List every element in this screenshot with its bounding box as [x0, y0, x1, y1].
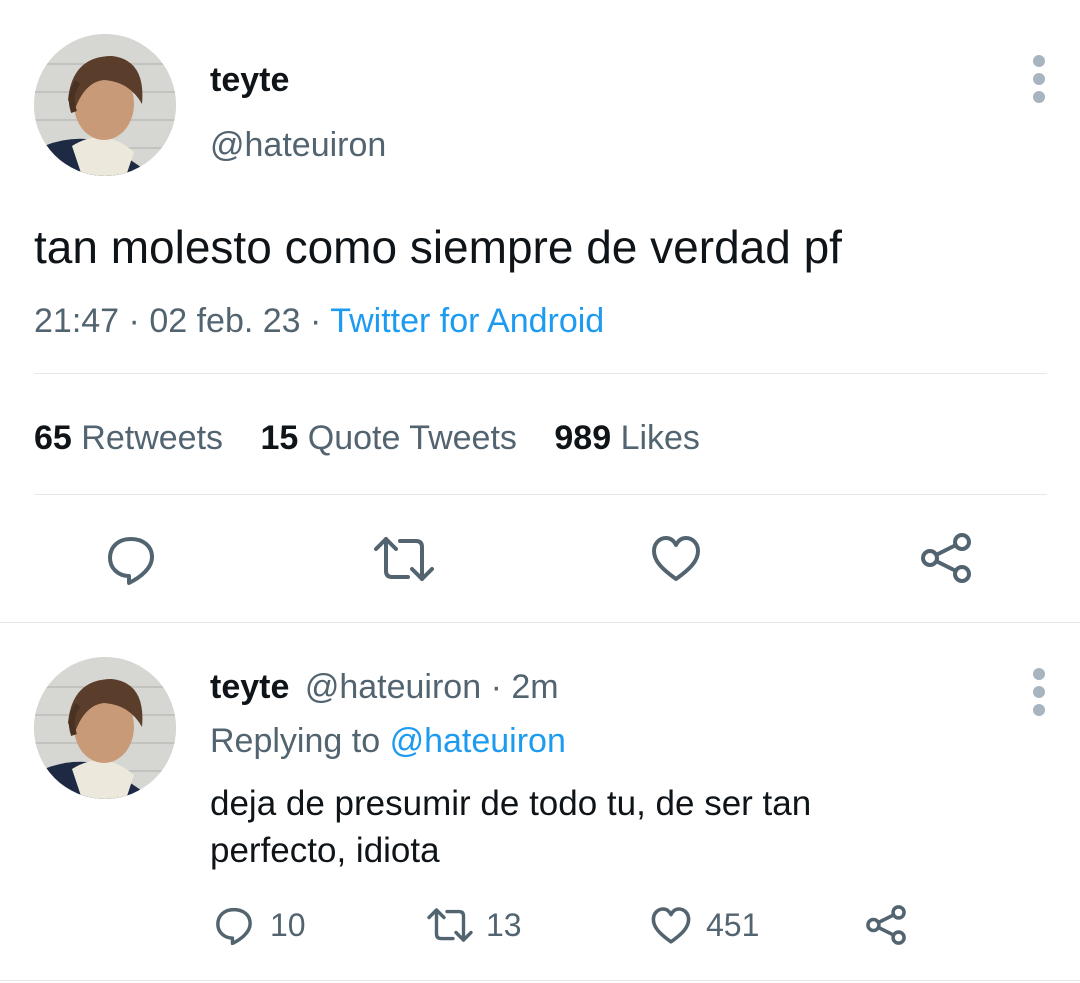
- reply-display-name[interactable]: teyte: [210, 668, 289, 706]
- reply-text-line: deja de presumir de todo tu, de ser tan: [210, 784, 812, 823]
- tweet-date[interactable]: 02 feb. 23: [149, 302, 300, 340]
- like-icon: [651, 907, 691, 944]
- tweet-source-link[interactable]: Twitter for Android: [330, 302, 604, 340]
- replying-to: Replying to @hateuiron: [210, 720, 566, 762]
- avatar-photo: [34, 34, 176, 176]
- quotes-count: 15: [260, 419, 299, 457]
- main-display-name[interactable]: teyte: [210, 60, 289, 100]
- tweet-time: 21:47: [34, 302, 120, 340]
- quotes-label: Quote Tweets: [307, 419, 517, 457]
- more-icon[interactable]: [1031, 668, 1047, 722]
- likes-count: 989: [554, 419, 612, 457]
- reply-count: 10: [270, 906, 306, 943]
- reply-action-like[interactable]: 451: [650, 905, 759, 945]
- retweets-count: 65: [34, 419, 72, 457]
- retweet-icon[interactable]: [372, 533, 436, 585]
- divider: [34, 494, 1047, 495]
- retweets-label: Retweets: [81, 419, 224, 457]
- share-icon[interactable]: [918, 530, 974, 586]
- main-tweet-text: tan molesto como siempre de verdad pf: [34, 221, 842, 273]
- reply-action-retweet[interactable]: 13: [426, 905, 522, 945]
- meta-separator: ·: [310, 302, 322, 340]
- likes-label: Likes: [620, 419, 700, 457]
- share-icon[interactable]: [864, 903, 908, 947]
- divider: [34, 373, 1047, 374]
- main-handle[interactable]: @hateuiron: [210, 125, 386, 165]
- meta-separator: ·: [128, 302, 140, 340]
- quotes-stat[interactable]: 15 Quote Tweets: [260, 419, 526, 457]
- reply-text-line: perfecto, idiota: [210, 831, 440, 870]
- reply-header: teyte @hateuiron · 2m: [210, 666, 559, 708]
- retweet-count: 13: [486, 906, 522, 943]
- reply-text: deja de presumir de todo tu, de ser tan …: [210, 780, 811, 874]
- retweet-icon: [427, 908, 473, 942]
- reply-icon: [216, 907, 252, 945]
- reply-action-reply[interactable]: 10: [214, 905, 306, 945]
- reply-icon[interactable]: [105, 533, 157, 585]
- divider: [0, 980, 1080, 981]
- tweet-stats: 65 Retweets 15 Quote Tweets 989 Likes: [34, 417, 700, 459]
- reply-handle[interactable]: @hateuiron: [305, 668, 481, 706]
- divider: [0, 622, 1080, 623]
- like-count: 451: [706, 906, 760, 943]
- meta-separator: ·: [490, 668, 502, 706]
- like-icon[interactable]: [650, 533, 702, 583]
- main-avatar[interactable]: [34, 34, 176, 176]
- more-icon[interactable]: [1031, 55, 1047, 109]
- reply-avatar[interactable]: [34, 657, 176, 799]
- tweet-meta: 21:47 · 02 feb. 23 · Twitter for Android: [34, 300, 604, 342]
- retweets-stat[interactable]: 65 Retweets: [34, 419, 232, 457]
- likes-stat[interactable]: 989 Likes: [554, 419, 700, 457]
- avatar-photo: [34, 657, 176, 799]
- reply-age[interactable]: 2m: [511, 668, 558, 706]
- replying-handle-link[interactable]: @hateuiron: [390, 722, 566, 760]
- replying-label: Replying to: [210, 722, 381, 760]
